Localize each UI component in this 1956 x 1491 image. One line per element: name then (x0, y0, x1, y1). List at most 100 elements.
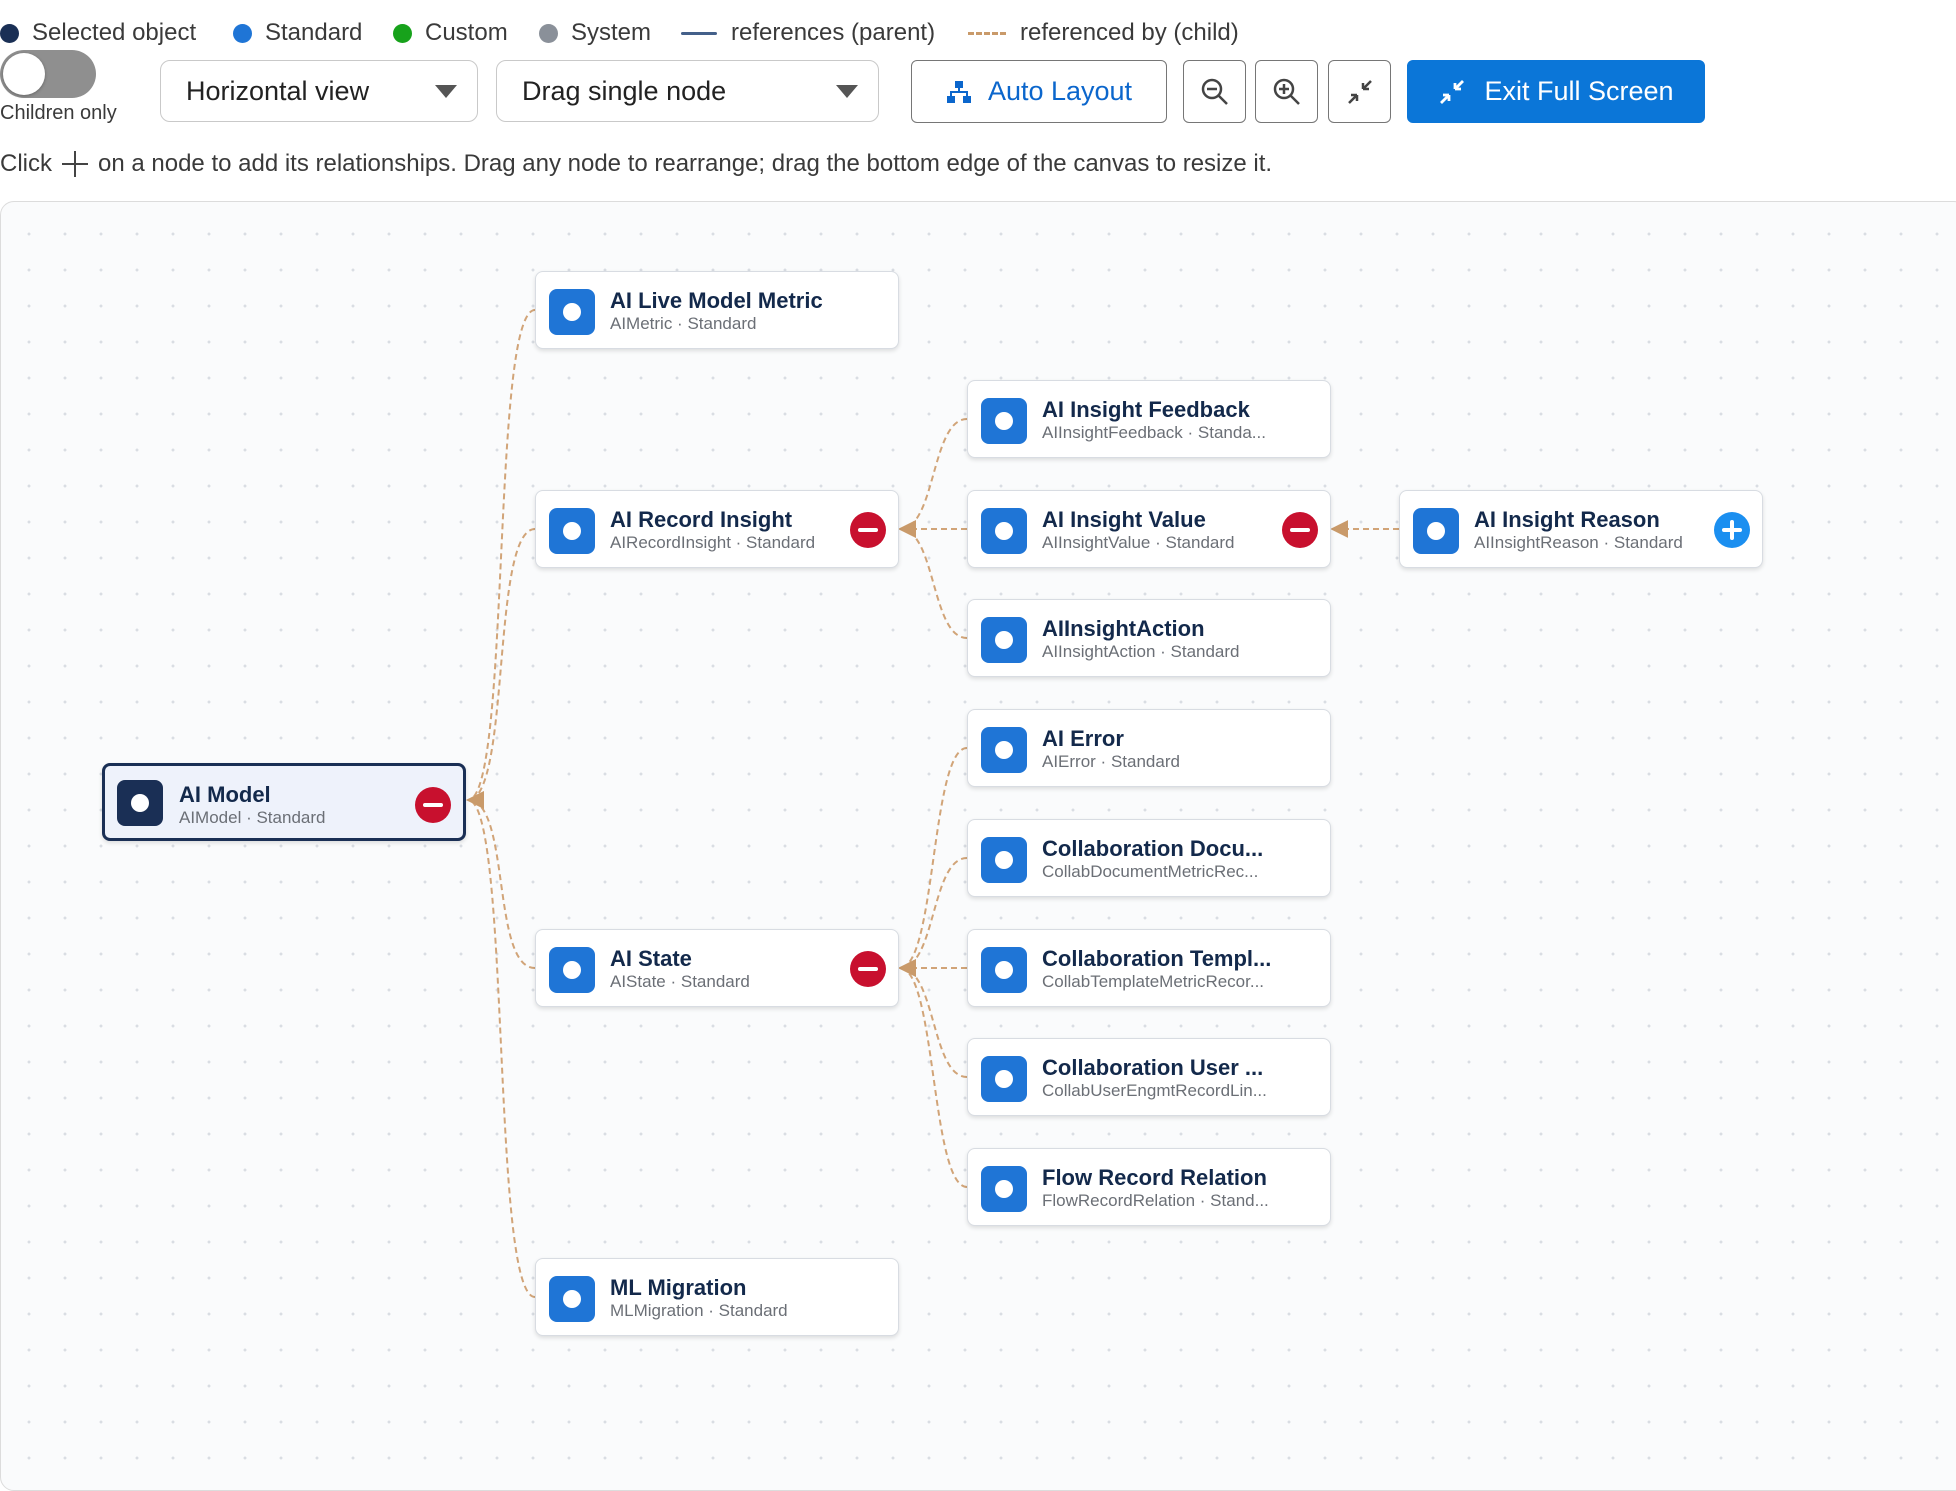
legend-references-line (681, 31, 717, 35)
node-flow-record-relation[interactable]: Flow Record Relation FlowRecordRelation … (967, 1148, 1331, 1226)
node-ai-insight-action[interactable]: AIInsightAction AIInsightAction · Standa… (967, 599, 1331, 677)
node-title: Collaboration Docu... (1042, 836, 1264, 861)
node-title: Collaboration Templ... (1042, 946, 1272, 971)
legend-referenced-by-line (968, 31, 1006, 35)
node-subtitle: CollabDocumentMetricRec... (1042, 862, 1259, 881)
standard-object-icon (981, 727, 1027, 773)
selected-object-icon (117, 780, 163, 826)
zoom-in-button[interactable] (1255, 60, 1318, 123)
remove-relationships-button[interactable] (1282, 512, 1318, 548)
legend-custom: Custom (393, 16, 508, 50)
legend-standard: Standard (233, 16, 362, 50)
node-ai-record-insight[interactable]: AI Record Insight AIRecordInsight · Stan… (535, 490, 899, 568)
legend-selected: Selected object (0, 16, 196, 50)
view-select[interactable]: Horizontal view (160, 60, 478, 122)
node-subtitle: CollabTemplateMetricRecor... (1042, 972, 1265, 991)
drag-mode-select[interactable]: Drag single node (496, 60, 879, 122)
node-collaboration-template[interactable]: Collaboration Templ... CollabTemplateMet… (967, 929, 1331, 1007)
edge-live-metric-to-ai-model (466, 309, 536, 809)
node-title: AI Error (1042, 726, 1124, 751)
node-subtitle: AIError · Standard (1042, 752, 1180, 771)
legend-custom-dot (393, 23, 412, 43)
node-subtitle: FlowRecordRelation · Stand... (1042, 1191, 1269, 1210)
node-subtitle: AIInsightValue · Standard (1042, 533, 1235, 552)
add-relationships-button[interactable] (1714, 512, 1750, 548)
remove-relationships-button[interactable] (850, 512, 886, 548)
node-ai-model[interactable]: AI Model AIModel · Standard (102, 763, 466, 841)
zoom-out-button[interactable] (1183, 60, 1246, 123)
legend-referenced-by: referenced by (child) (968, 16, 1239, 50)
node-ai-state[interactable]: AI State AIState · Standard (535, 929, 899, 1007)
edge-insight-action-to-record-insight (898, 520, 968, 639)
standard-object-icon (981, 1056, 1027, 1102)
node-subtitle: MLMigration · Standard (610, 1301, 788, 1320)
auto-layout-button[interactable]: Auto Layout (911, 60, 1167, 123)
legend-system-dot (539, 23, 558, 43)
node-title: Collaboration User ... (1042, 1055, 1264, 1080)
hint-after: on a node to add its relationships. Drag… (98, 150, 1273, 177)
standard-object-icon (549, 508, 595, 554)
node-ml-migration[interactable]: ML Migration MLMigration · Standard (535, 1258, 899, 1336)
standard-object-icon (981, 1166, 1027, 1212)
legend-standard-label: Standard (265, 19, 363, 46)
node-subtitle: AIInsightReason · Standard (1474, 533, 1683, 552)
node-ai-insight-reason[interactable]: AI Insight Reason AIInsightReason · Stan… (1399, 490, 1763, 568)
node-title: AI Insight Value (1042, 507, 1206, 532)
standard-object-icon (549, 947, 595, 993)
node-subtitle: AIMetric · Standard (610, 314, 757, 333)
children-only-toggle[interactable] (0, 50, 96, 98)
node-subtitle: CollabUserEngmtRecordLin... (1042, 1081, 1267, 1100)
legend-references: references (parent) (681, 16, 935, 50)
node-subtitle: AIInsightAction · Standard (1042, 642, 1240, 661)
node-ai-live-model-metric[interactable]: AI Live Model Metric AIMetric · Standard (535, 271, 899, 349)
node-title: AIInsightAction (1042, 616, 1205, 641)
zoom-out-icon (1201, 78, 1228, 105)
node-title: AI Record Insight (610, 507, 793, 532)
node-title: AI Insight Reason (1474, 507, 1660, 532)
chevron-down-icon (435, 85, 457, 98)
edge-collab-user-to-ai-state (898, 959, 968, 1078)
node-collaboration-document[interactable]: Collaboration Docu... CollabDocumentMetr… (967, 819, 1331, 897)
node-collaboration-user[interactable]: Collaboration User ... CollabUserEngmtRe… (967, 1038, 1331, 1116)
node-ai-error[interactable]: AI Error AIError · Standard (967, 709, 1331, 787)
shrink-icon (1347, 79, 1372, 104)
shrink-icon (1440, 79, 1465, 104)
edge-ml-migration-to-ai-model (466, 791, 536, 1298)
zoom-in-icon (1273, 78, 1300, 105)
remove-relationships-button[interactable] (850, 951, 886, 987)
node-title: AI Model (179, 782, 271, 807)
edge-flow-record-to-ai-state (898, 959, 968, 1188)
auto-layout-label: Auto Layout (987, 76, 1133, 106)
graph-canvas[interactable]: AI Model AIModel · Standard AI Live Mode… (0, 201, 1956, 1491)
edge-record-insight-to-ai-model (466, 528, 536, 809)
node-ai-insight-value[interactable]: AI Insight Value AIInsightValue · Standa… (967, 490, 1331, 568)
fit-view-button[interactable] (1328, 60, 1391, 123)
standard-object-icon (981, 837, 1027, 883)
hierarchy-icon (946, 80, 971, 103)
standard-object-icon (1413, 508, 1459, 554)
canvas-hint: Click on a node to add its relationships… (0, 150, 1272, 178)
node-subtitle: AIState · Standard (610, 972, 750, 991)
legend-standard-dot (233, 23, 252, 43)
standard-object-icon (981, 508, 1027, 554)
toggle-knob (3, 53, 45, 95)
node-title: AI State (610, 946, 692, 971)
drag-mode-select-value: Drag single node (522, 75, 727, 106)
edge-ai-state-to-ai-model (466, 791, 536, 969)
node-ai-insight-feedback[interactable]: AI Insight Feedback AIInsightFeedback · … (967, 380, 1331, 458)
exit-full-screen-button[interactable]: Exit Full Screen (1407, 60, 1705, 123)
children-only-label: Children only (0, 102, 117, 124)
exit-full-screen-label: Exit Full Screen (1484, 76, 1674, 106)
node-subtitle: AIInsightFeedback · Standa... (1042, 423, 1266, 442)
legend-system-label: System (571, 19, 652, 46)
standard-object-icon (549, 289, 595, 335)
edge-insight-feedback-to-record-insight (898, 418, 968, 538)
legend-references-label: references (parent) (731, 19, 936, 46)
standard-object-icon (981, 617, 1027, 663)
node-title: Flow Record Relation (1042, 1165, 1267, 1190)
legend-custom-label: Custom (425, 19, 508, 46)
remove-relationships-button[interactable] (415, 787, 451, 823)
plus-icon (62, 151, 88, 177)
hint-before: Click (0, 150, 52, 177)
view-select-value: Horizontal view (186, 75, 370, 106)
